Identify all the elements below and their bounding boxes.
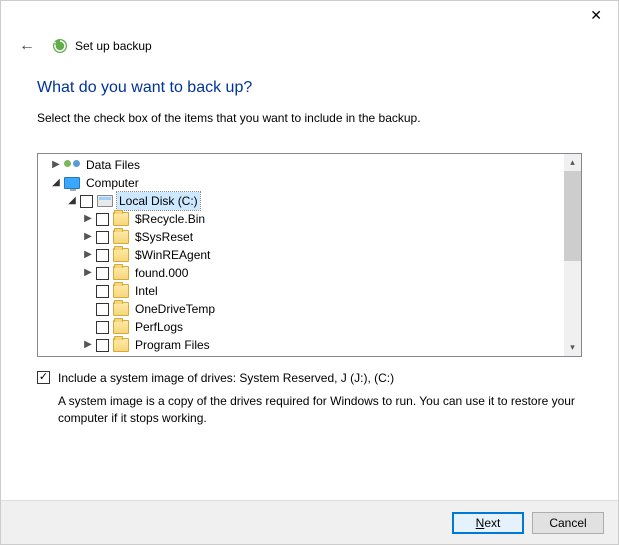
tree-node-folder[interactable]: Intel (42, 282, 564, 300)
next-button-suffix: ext (484, 516, 500, 530)
tree-scroll-area[interactable]: ▶ Data Files ◢ Computer ◢ Local Disk (C:… (38, 154, 564, 356)
tree-node-folder[interactable]: ▶ $SysReset (42, 228, 564, 246)
tree-node-folder[interactable]: ▶ $Recycle.Bin (42, 210, 564, 228)
tree-node-folder[interactable]: PerfLogs (42, 318, 564, 336)
folder-icon (113, 230, 129, 244)
tree-label: Program Files (133, 336, 212, 354)
system-image-option[interactable]: ✓ Include a system image of drives: Syst… (37, 371, 582, 385)
checkbox[interactable] (96, 285, 109, 298)
folder-icon (113, 338, 129, 352)
folder-icon (113, 284, 129, 298)
checkbox[interactable] (96, 231, 109, 244)
scroll-thumb[interactable] (564, 171, 581, 261)
page-heading: What do you want to back up? (37, 79, 582, 97)
backup-tree: ▶ Data Files ◢ Computer ◢ Local Disk (C:… (37, 153, 582, 357)
tree-node-folder[interactable]: ▶ found.000 (42, 264, 564, 282)
chevron-right-icon[interactable]: ▶ (50, 156, 62, 174)
folder-icon (113, 320, 129, 334)
chevron-right-icon[interactable]: ▶ (82, 336, 94, 354)
page-instruction: Select the check box of the items that y… (37, 111, 582, 125)
tree-label: found.000 (133, 264, 190, 282)
system-image-label: Include a system image of drives: System… (58, 371, 394, 385)
tree-label: $WinREAgent (133, 246, 212, 264)
system-image-checkbox[interactable]: ✓ (37, 371, 50, 384)
content-area: What do you want to back up? Select the … (1, 67, 618, 427)
tree-label: Data Files (84, 156, 142, 174)
checkbox[interactable] (96, 249, 109, 262)
scroll-down-icon[interactable]: ▾ (564, 339, 581, 356)
tree-node-computer[interactable]: ◢ Computer (42, 174, 564, 192)
tree-node-local-disk[interactable]: ◢ Local Disk (C:) (42, 192, 564, 210)
disk-icon (97, 195, 113, 207)
tree-label: Local Disk (C:) (117, 192, 200, 210)
checkbox[interactable] (80, 195, 93, 208)
tree-label: Computer (84, 174, 141, 192)
checkbox[interactable] (96, 339, 109, 352)
chevron-right-icon[interactable]: ▶ (82, 246, 94, 264)
folder-icon (113, 266, 129, 280)
tree-node-folder[interactable]: ▶ Program Files (42, 336, 564, 354)
checkbox[interactable] (96, 303, 109, 316)
checkbox[interactable] (96, 321, 109, 334)
chevron-right-icon[interactable]: ▶ (82, 264, 94, 282)
tree-node-folder[interactable]: OneDriveTemp (42, 300, 564, 318)
scroll-up-icon[interactable]: ▴ (564, 154, 581, 171)
tree-label: PerfLogs (133, 318, 185, 336)
chevron-down-icon[interactable]: ◢ (50, 174, 62, 192)
chevron-down-icon[interactable]: ◢ (66, 192, 78, 210)
chevron-right-icon[interactable]: ▶ (82, 228, 94, 246)
system-image-description: A system image is a copy of the drives r… (58, 393, 582, 427)
monitor-icon (64, 177, 80, 189)
dialog-footer: Next Cancel (1, 500, 618, 544)
next-button[interactable]: Next (452, 512, 524, 534)
wizard-title: Set up backup (75, 39, 152, 53)
tree-label: Intel (133, 282, 160, 300)
people-icon (64, 158, 80, 172)
tree-label: $SysReset (133, 228, 195, 246)
tree-node-data-files[interactable]: ▶ Data Files (42, 156, 564, 174)
titlebar: ✕ (1, 1, 618, 33)
wizard-header: ← Set up backup (1, 33, 618, 67)
folder-icon (113, 248, 129, 262)
folder-icon (113, 212, 129, 226)
chevron-right-icon[interactable]: ▶ (82, 210, 94, 228)
checkbox[interactable] (96, 213, 109, 226)
folder-icon (113, 302, 129, 316)
back-arrow-icon[interactable]: ← (13, 37, 41, 55)
tree-label: OneDriveTemp (133, 300, 217, 318)
tree-label: $Recycle.Bin (133, 210, 207, 228)
vertical-scrollbar[interactable]: ▴ ▾ (564, 154, 581, 356)
tree-node-folder[interactable]: ▶ $WinREAgent (42, 246, 564, 264)
backup-wizard-icon (51, 37, 69, 55)
close-icon[interactable]: ✕ (582, 5, 610, 26)
checkbox[interactable] (96, 267, 109, 280)
check-icon: ✓ (39, 372, 48, 383)
cancel-button[interactable]: Cancel (532, 512, 604, 534)
